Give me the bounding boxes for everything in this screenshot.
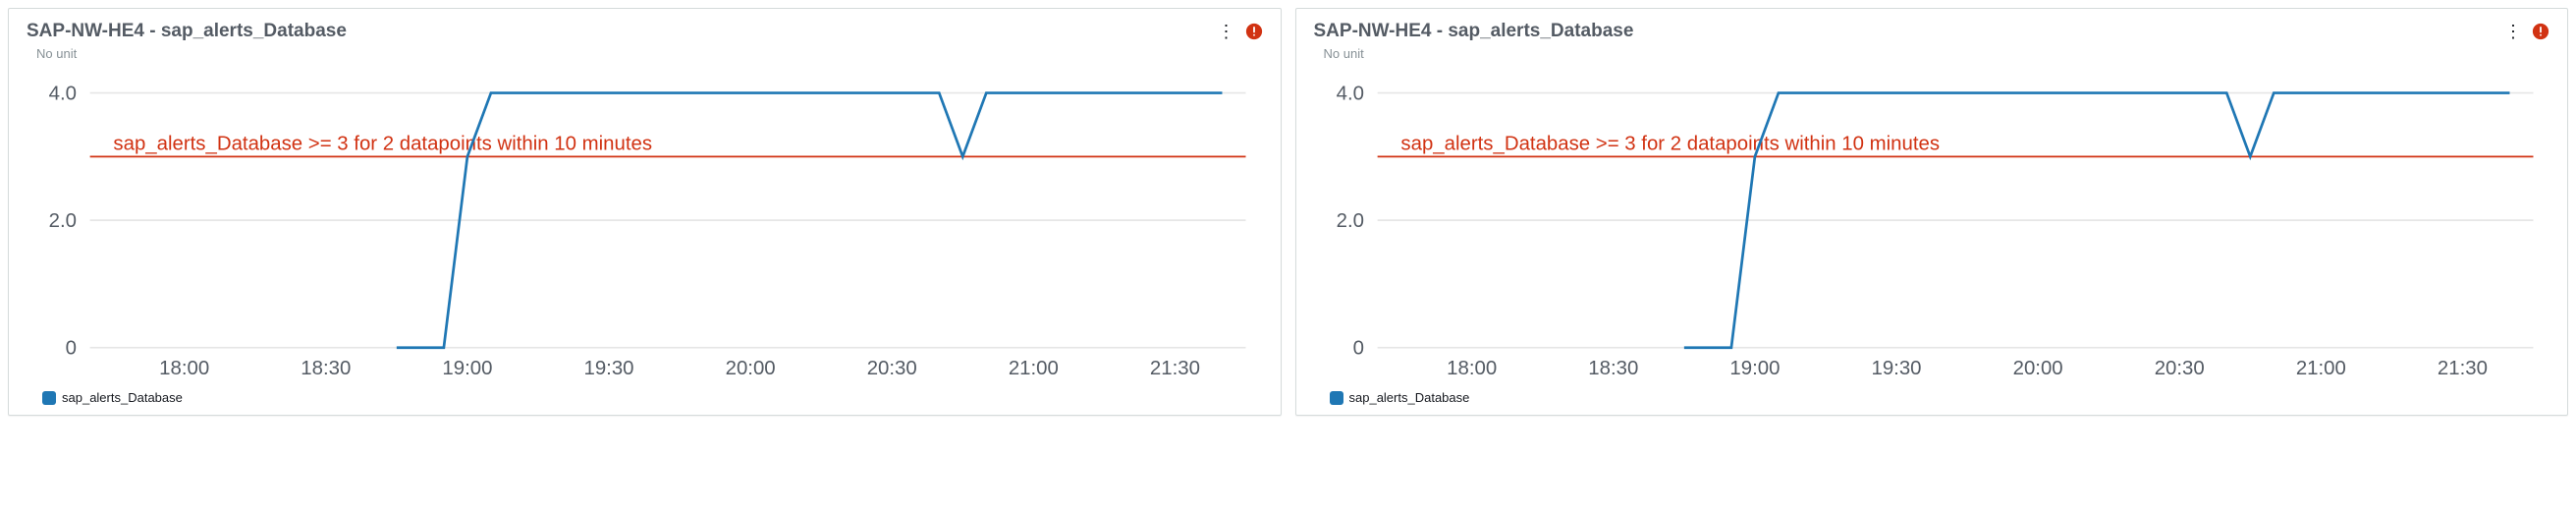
alert-status-icon[interactable]	[1245, 23, 1263, 40]
more-options-icon[interactable]: ⋮	[2504, 25, 2522, 38]
svg-text:20:00: 20:00	[2012, 358, 2062, 379]
svg-text:20:30: 20:30	[2154, 358, 2204, 379]
svg-text:4.0: 4.0	[1336, 83, 1363, 104]
svg-text:18:00: 18:00	[1447, 358, 1497, 379]
more-options-icon[interactable]: ⋮	[1218, 25, 1235, 38]
svg-text:19:30: 19:30	[1871, 358, 1921, 379]
svg-text:0: 0	[66, 338, 77, 360]
card-header: SAP-NW-HE4 - sap_alerts_Database ⋮	[27, 21, 1263, 42]
alert-status-icon[interactable]	[2532, 23, 2549, 40]
svg-text:18:30: 18:30	[301, 358, 351, 379]
svg-text:sap_alerts_Database >= 3 for 2: sap_alerts_Database >= 3 for 2 datapoint…	[1400, 134, 1940, 155]
svg-text:21:00: 21:00	[2295, 358, 2345, 379]
chart-card: SAP-NW-HE4 - sap_alerts_Database ⋮ No un…	[1295, 8, 2569, 416]
svg-text:18:00: 18:00	[159, 358, 209, 379]
svg-text:21:30: 21:30	[2437, 358, 2487, 379]
chart-plot[interactable]: 0 2.0 4.0 18:00 18:30 19:00 19:30 20:00 20:30 21:…	[1314, 67, 2550, 384]
card-title: SAP-NW-HE4 - sap_alerts_Database	[1314, 21, 1634, 42]
svg-text:20:00: 20:00	[726, 358, 776, 379]
svg-text:20:30: 20:30	[867, 358, 917, 379]
svg-text:21:30: 21:30	[1150, 358, 1200, 379]
svg-text:sap_alerts_Database >= 3 for 2: sap_alerts_Database >= 3 for 2 datapoint…	[113, 134, 652, 155]
svg-text:18:30: 18:30	[1588, 358, 1638, 379]
legend-label: sap_alerts_Database	[62, 390, 183, 405]
svg-text:2.0: 2.0	[49, 210, 77, 232]
svg-text:19:00: 19:00	[1729, 358, 1780, 379]
card-header: SAP-NW-HE4 - sap_alerts_Database ⋮	[1314, 21, 2550, 42]
chart-card: SAP-NW-HE4 - sap_alerts_Database ⋮ No un…	[8, 8, 1282, 416]
svg-text:2.0: 2.0	[1336, 210, 1363, 232]
chart-plot[interactable]: 0 2.0 4.0 18:00 18:30 19:00 19:30 20:00 20:30 21:…	[27, 67, 1263, 384]
legend-swatch-icon	[1330, 391, 1343, 405]
card-header-actions: ⋮	[2504, 23, 2549, 40]
svg-text:0: 0	[1352, 338, 1363, 360]
svg-text:21:00: 21:00	[1009, 358, 1059, 379]
unit-label: No unit	[36, 46, 1263, 61]
svg-text:4.0: 4.0	[49, 83, 77, 104]
unit-label: No unit	[1324, 46, 2550, 61]
chart-legend: sap_alerts_Database	[42, 390, 1263, 405]
svg-text:19:00: 19:00	[442, 358, 492, 379]
legend-swatch-icon	[42, 391, 56, 405]
card-header-actions: ⋮	[1218, 23, 1263, 40]
card-title: SAP-NW-HE4 - sap_alerts_Database	[27, 21, 347, 42]
legend-label: sap_alerts_Database	[1349, 390, 1470, 405]
chart-legend: sap_alerts_Database	[1330, 390, 2550, 405]
svg-text:19:30: 19:30	[583, 358, 633, 379]
